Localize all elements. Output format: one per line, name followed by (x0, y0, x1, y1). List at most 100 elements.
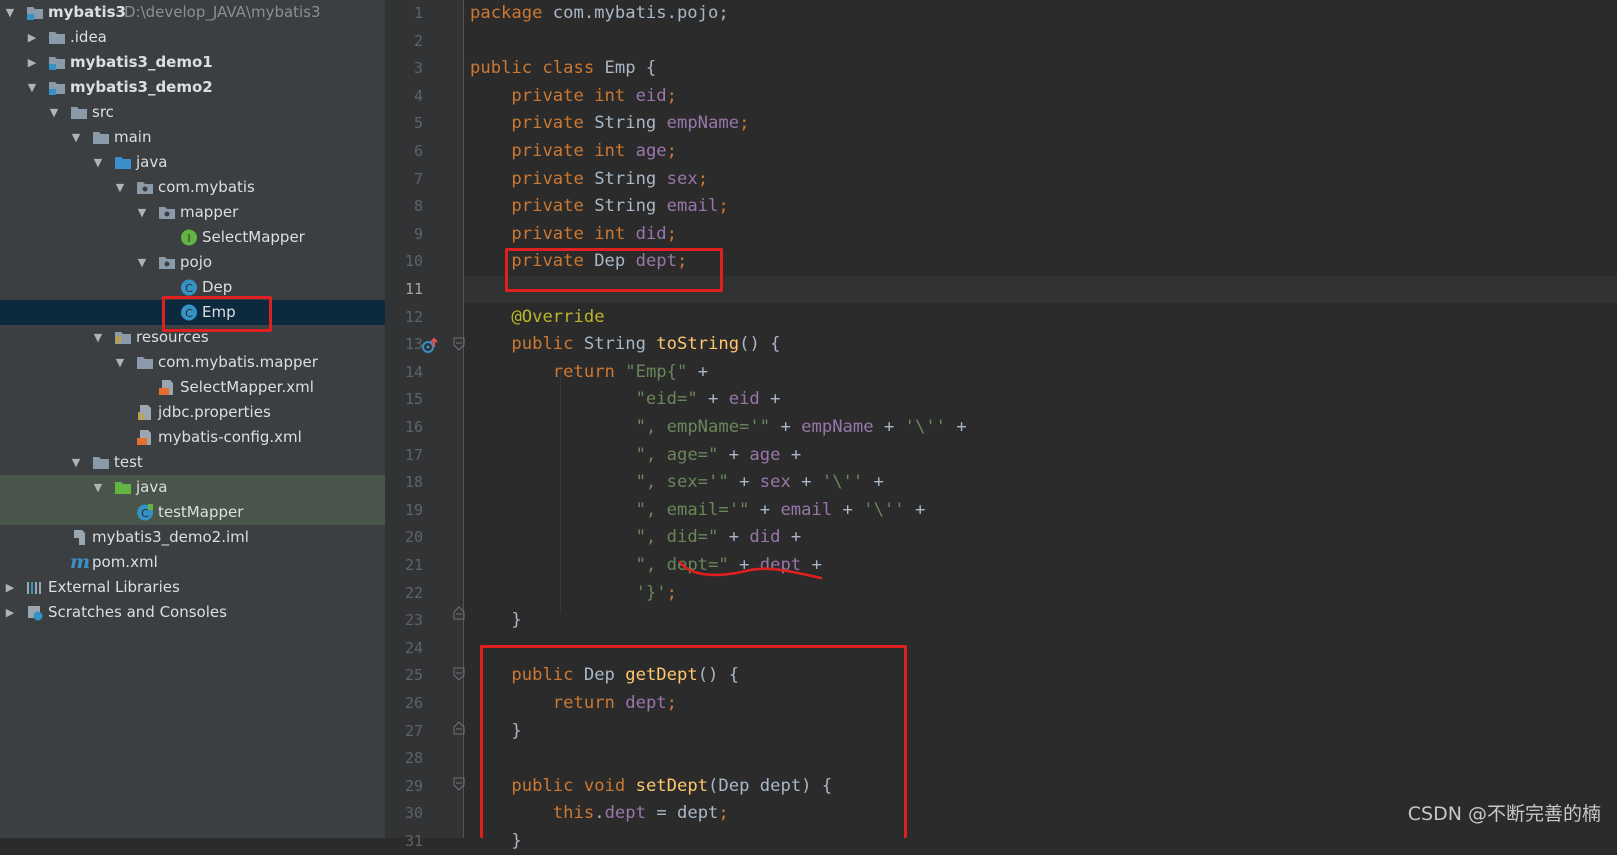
tree-item-package[interactable]: ▼ pojo (0, 250, 385, 275)
code-token: public (511, 334, 574, 355)
line-number: 21 (404, 556, 423, 574)
tree-item-label: mybatis-config.xml (158, 428, 302, 446)
chevron-down-icon[interactable]: ▼ (134, 250, 150, 275)
chevron-down-icon[interactable]: ▼ (134, 200, 150, 225)
chevron-down-icon[interactable]: ▼ (112, 350, 128, 375)
watermark: CSDN @不断完善的楠 (1407, 803, 1601, 825)
tree-item-label: pom.xml (92, 553, 158, 571)
tree-item-folder[interactable]: ▼ com.mybatis.mapper (0, 350, 385, 375)
chevron-right-icon[interactable]: ▶ (2, 600, 18, 625)
code-token: com.mybatis.pojo; (542, 3, 729, 23)
tree-item-label: test (114, 453, 143, 471)
line-number: 29 (404, 776, 423, 795)
tree-item-root[interactable]: ▼ mybatis3 D:\develop_JAVA\mybatis3 (0, 0, 385, 25)
line-number: 30 (404, 804, 423, 823)
tree-item-folder[interactable]: ▼ main (0, 125, 385, 150)
code-token: + (759, 389, 781, 410)
tree-item-file[interactable]: mybatis-config.xml (0, 425, 385, 450)
code-token: "eid=" (635, 389, 698, 410)
code-token: + (728, 472, 760, 493)
code-token: ", sex='" (635, 472, 729, 493)
project-path: D:\develop_JAVA\mybatis3 (124, 3, 321, 21)
tree-item-external-libraries[interactable]: ▶ External Libraries (0, 575, 385, 600)
code-token: private (511, 168, 584, 189)
tree-item-label: mybatis3_demo1 (70, 53, 213, 71)
code-token: package (470, 3, 543, 23)
code-line: '}'; (470, 580, 677, 607)
code-token: + (718, 444, 750, 465)
chevron-down-icon[interactable]: ▼ (90, 150, 106, 175)
chevron-down-icon[interactable]: ▼ (24, 75, 40, 100)
code-line: private int did; (470, 221, 677, 248)
code-token: String (573, 334, 657, 355)
tree-item-file[interactable]: m pom.xml (0, 550, 385, 575)
code-token: private (511, 196, 584, 217)
tree-item-file[interactable]: jdbc.properties (0, 400, 385, 425)
tree-item-folder[interactable]: ▼ src (0, 100, 385, 125)
tree-item-scratches[interactable]: ▶ Scratches and Consoles (0, 600, 385, 625)
code-line: ", empName='" + empName + '\'' + (470, 414, 967, 441)
tree-item-folder[interactable]: ▼ resources (0, 325, 385, 350)
chevron-down-icon[interactable]: ▼ (112, 175, 128, 200)
tree-item-module[interactable]: ▶ mybatis3_demo1 (0, 50, 385, 75)
code-token: String (583, 113, 667, 134)
chevron-down-icon[interactable]: ▼ (46, 100, 62, 125)
chevron-down-icon[interactable]: ▼ (90, 325, 106, 350)
override-method-icon[interactable] (420, 336, 440, 356)
line-number: 4 (413, 86, 423, 105)
chevron-down-icon[interactable]: ▼ (68, 450, 84, 475)
code-token: ; (666, 141, 677, 161)
code-line: } (470, 607, 521, 634)
line-number: 12 (404, 307, 423, 326)
code-token: ; (666, 223, 677, 244)
tree-item-package[interactable]: ▼ mapper (0, 200, 385, 225)
tree-item-folder[interactable]: ▼ java (0, 475, 385, 500)
tree-item-label: src (92, 103, 114, 121)
code-line: public String toString() { (470, 331, 780, 358)
chevron-down-icon[interactable]: ▼ (68, 125, 84, 150)
tree-item-file[interactable]: mybatis3_demo2.iml (0, 525, 385, 550)
line-number: 31 (404, 832, 423, 850)
tree-item-label: com.mybatis.mapper (158, 353, 318, 371)
code-token: Emp { (594, 58, 657, 79)
code-line: private String sex; (470, 166, 708, 193)
code-token: + (718, 527, 750, 548)
chevron-right-icon[interactable]: ▶ (24, 25, 40, 50)
code-token: "Emp{" (625, 361, 688, 382)
folder-icon (49, 32, 65, 44)
line-number: 2 (413, 31, 423, 50)
chevron-right-icon[interactable]: ▶ (2, 575, 18, 600)
tree-item-file[interactable]: C testMapper (0, 500, 385, 525)
code-token: did (749, 527, 781, 548)
chevron-down-icon[interactable]: ▼ (90, 475, 106, 500)
code-token: empName (666, 113, 740, 134)
tree-item-module[interactable]: ▼ mybatis3_demo2 (0, 75, 385, 100)
tree-item-label: pojo (180, 253, 213, 271)
tree-item-label: .idea (70, 28, 107, 46)
code-token: sex (666, 168, 698, 189)
tree-item-idea[interactable]: ▶ .idea (0, 25, 385, 50)
tree-item-folder[interactable]: ▼ test (0, 450, 385, 475)
code-token: toString (656, 334, 740, 355)
tree-item-package[interactable]: ▼ com.mybatis (0, 175, 385, 200)
line-number: 1 (413, 4, 423, 22)
line-number: 3 (413, 59, 423, 78)
chevron-down-icon[interactable]: ▼ (2, 0, 18, 25)
tree-item-folder[interactable]: ▼ java (0, 150, 385, 175)
code-token: empName (801, 417, 874, 437)
code-token: + (780, 527, 802, 548)
code-token: public class (470, 58, 595, 79)
line-number: 17 (404, 445, 423, 464)
code-token: + (697, 389, 729, 410)
tree-item-file[interactable]: SelectMapper.xml (0, 375, 385, 400)
chevron-right-icon[interactable]: ▶ (24, 50, 40, 75)
module-folder-icon (49, 57, 65, 70)
tree-item-file[interactable]: I SelectMapper (0, 225, 385, 250)
line-number: 14 (404, 362, 423, 381)
folder-icon (93, 457, 109, 469)
